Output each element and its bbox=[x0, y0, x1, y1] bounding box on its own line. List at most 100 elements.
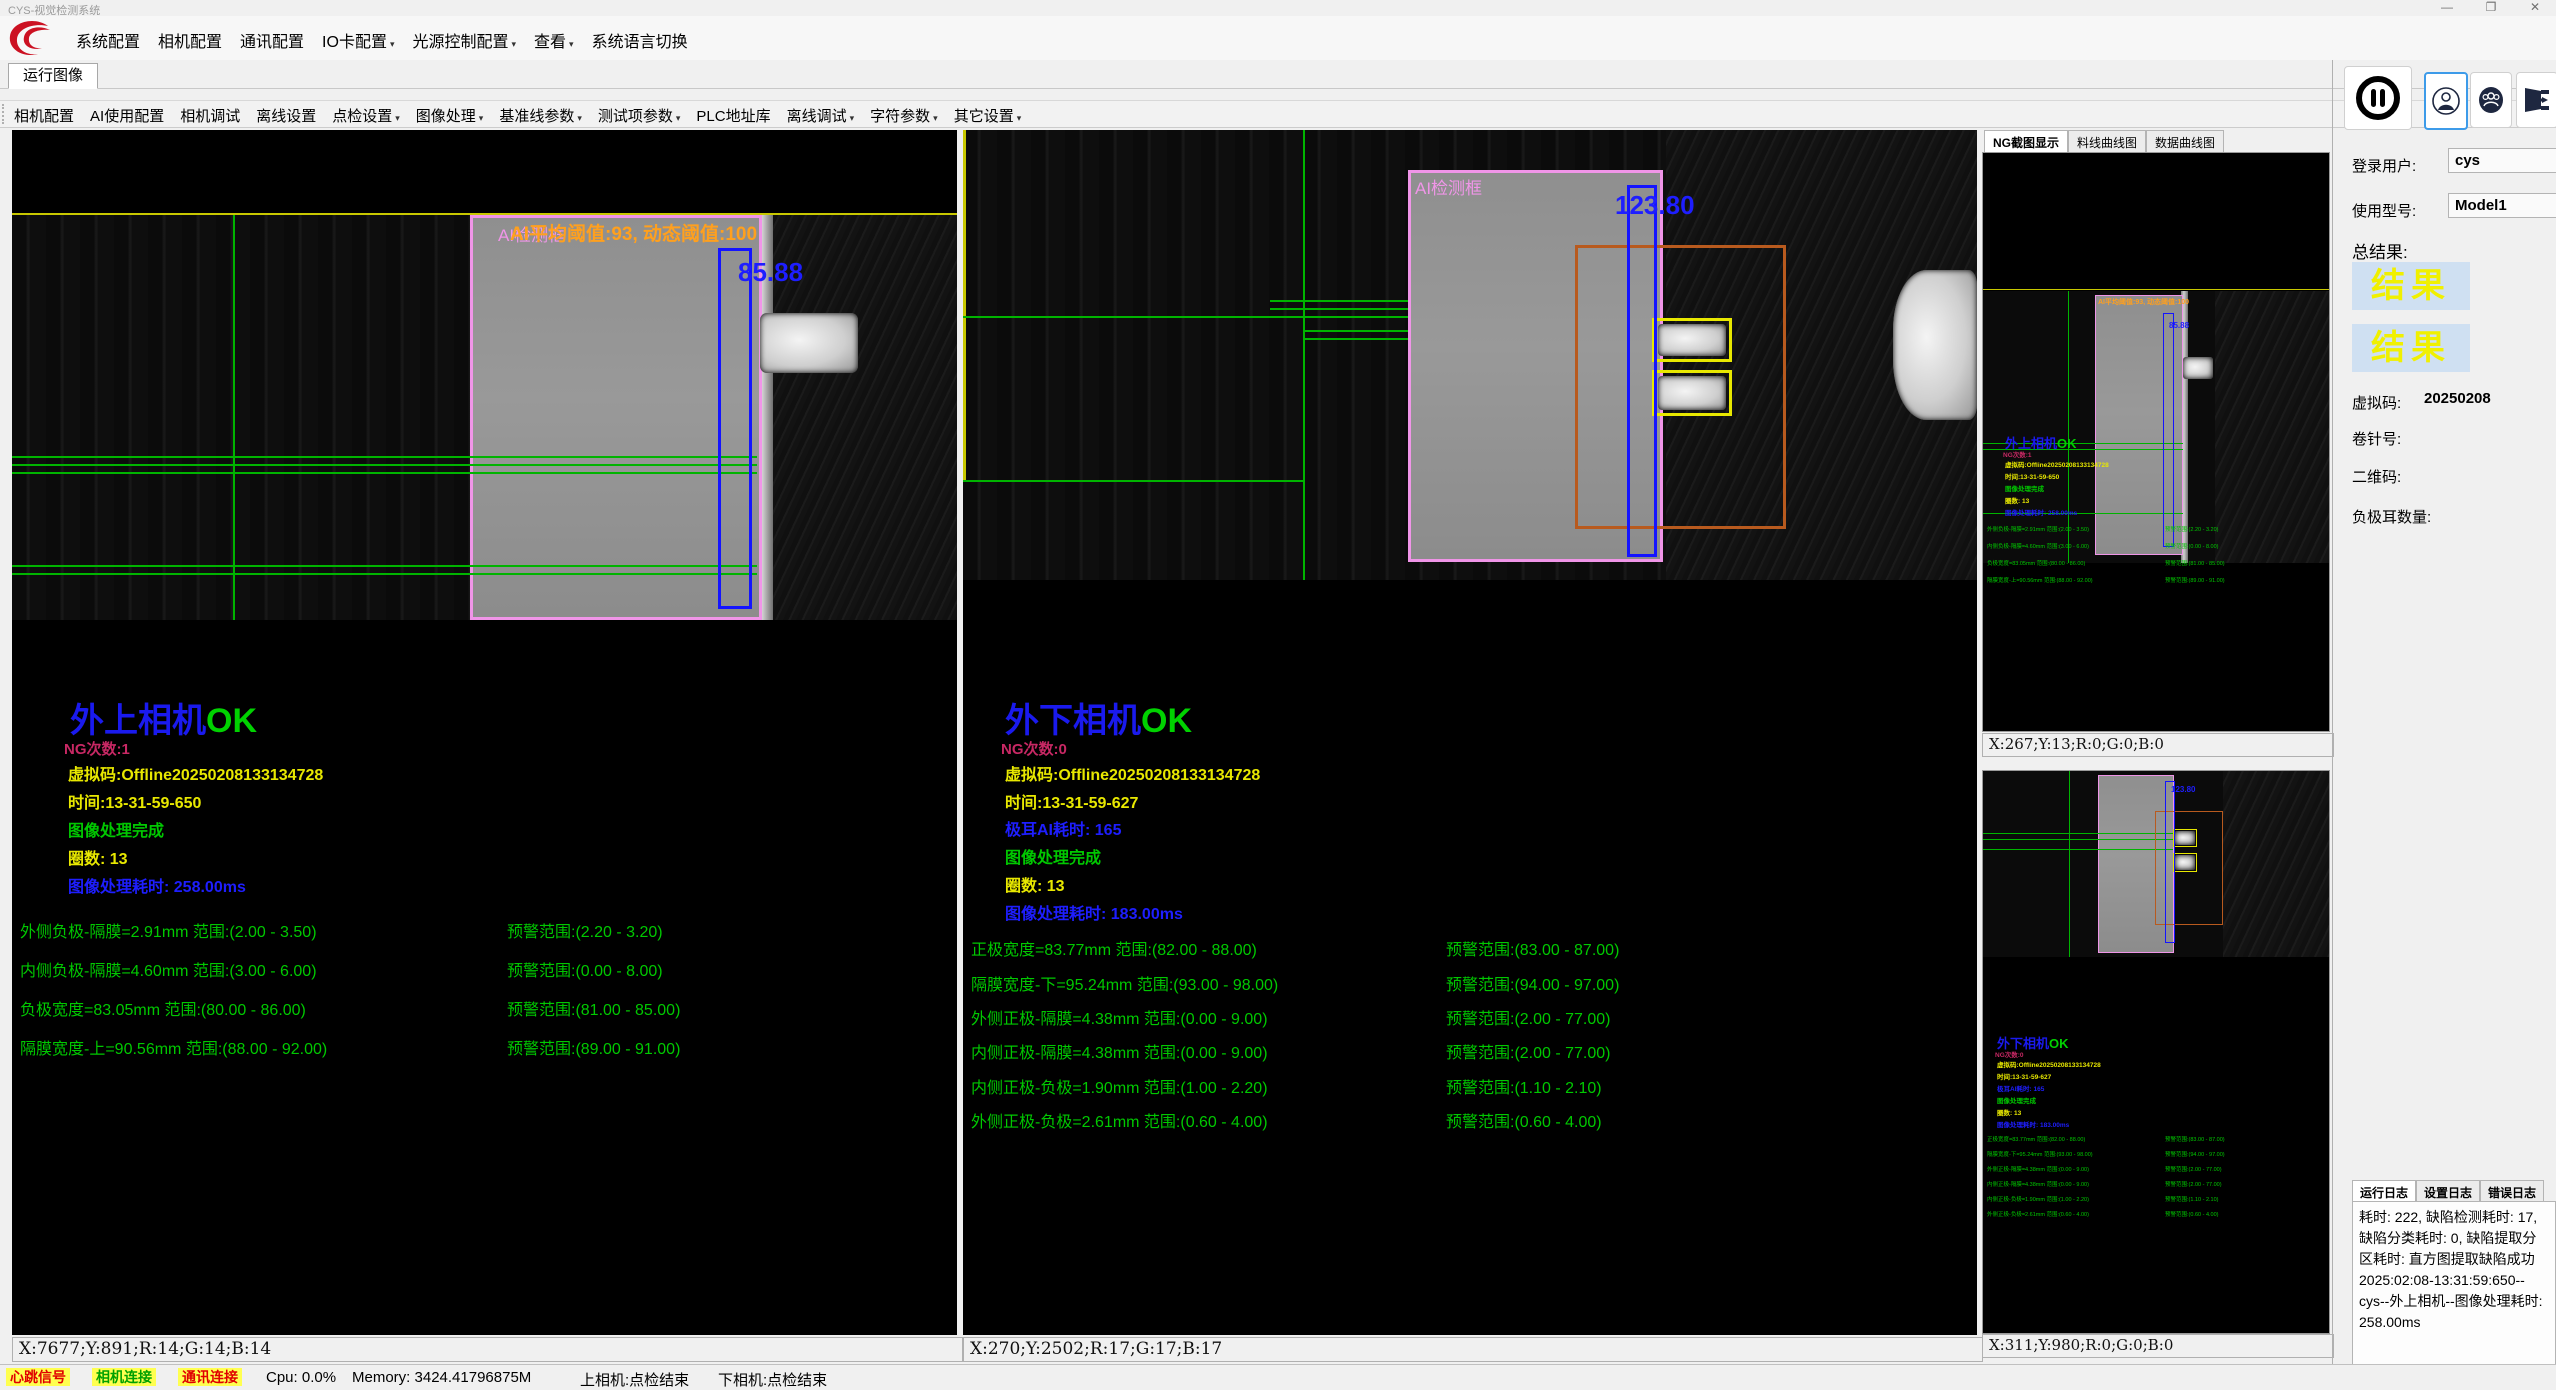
ng-count-label: NG次数:1 bbox=[64, 738, 130, 759]
virtual-code-line: 虚拟码:Offline20250208133134728 bbox=[68, 761, 323, 785]
run-log-text[interactable]: 耗时: 222, 缺陷检测耗时: 17, 缺陷分类耗时: 0, 缺陷提取分区耗时… bbox=[2352, 1201, 2556, 1389]
tool-camera-config[interactable]: 相机配置 bbox=[14, 105, 74, 126]
lower-camera-image: AI检测框 123.80 bbox=[963, 130, 1977, 580]
tool-char-params[interactable]: 字符参数▾ bbox=[870, 105, 938, 126]
dropdown-arrow-icon: ▾ bbox=[933, 113, 938, 123]
login-user-field[interactable]: cys bbox=[2448, 148, 2556, 173]
menu-comm-config[interactable]: 通讯配置 bbox=[240, 28, 304, 52]
ng-snapshot-lower[interactable]: 123.80 外下相机OK NG次数:0 虚拟码:Offline20250208… bbox=[1982, 770, 2330, 1334]
maximize-icon[interactable]: ❐ bbox=[2484, 0, 2498, 14]
electrode-tab-blob bbox=[760, 313, 858, 373]
dropdown-arrow-icon: ▾ bbox=[479, 113, 484, 123]
lower-camera-check-text: 下相机:点检结束 bbox=[718, 1369, 827, 1390]
measurement-row: 隔膜宽度-下=95.24mm 范围:(93.00 - 98.00)预警范围:(9… bbox=[971, 971, 1961, 995]
tool-camera-debug[interactable]: 相机调试 bbox=[180, 105, 240, 126]
tab-run-image[interactable]: 运行图像 bbox=[8, 63, 98, 89]
tool-baseline-params[interactable]: 基准线参数▾ bbox=[499, 105, 582, 126]
virtual-code-line: 虚拟码:Offline20250208133134728 bbox=[1005, 761, 1260, 785]
title-bar: CYS-视觉检测系统 — ❐ ✕ bbox=[0, 0, 2556, 16]
cpu-usage-text: Cpu: 0.0% bbox=[266, 1369, 336, 1386]
sidebar-tabs: NG截图显示 料线曲线图 数据曲线图 bbox=[1984, 130, 2224, 154]
measure-value-label: 85.88 bbox=[738, 257, 803, 288]
camera-result-title: 外下相机OK bbox=[1005, 693, 1192, 742]
tool-ai-use-config[interactable]: AI使用配置 bbox=[90, 105, 164, 126]
user-group-button[interactable] bbox=[2470, 72, 2512, 128]
tool-image-process[interactable]: 图像处理▾ bbox=[416, 105, 484, 126]
app-window: CYS-视觉检测系统 — ❐ ✕ 系统配置 相机配置 通讯配置 IO卡配置▾ 光… bbox=[0, 0, 2556, 1390]
close-icon[interactable]: ✕ bbox=[2528, 0, 2542, 14]
dropdown-arrow-icon: ▾ bbox=[577, 113, 582, 123]
result-box-upper: 结果 bbox=[2352, 262, 2470, 310]
menu-language-switch[interactable]: 系统语言切换 bbox=[592, 28, 688, 52]
upper-camera-view: AI检测框 AI平均阈值:93, 动态阈值:100 85.88 外上相机OK N… bbox=[12, 130, 957, 1335]
login-user-label: 登录用户: bbox=[2352, 155, 2416, 176]
tab-row: 运行图像 bbox=[0, 60, 2556, 89]
menu-io-card-config[interactable]: IO卡配置▾ bbox=[322, 28, 394, 52]
pause-icon bbox=[2354, 74, 2402, 122]
status-bar: 心跳信号 相机连接 通讯连接 Cpu: 0.0% Memory: 3424.41… bbox=[0, 1364, 2556, 1390]
elapsed-line: 图像处理耗时: 258.00ms bbox=[68, 873, 246, 897]
measure-roi-box bbox=[718, 248, 752, 609]
comm-link-badge: 通讯连接 bbox=[178, 1368, 242, 1386]
ng-snapshot-upper-coords: X:267;Y:13;R:0;G:0;B:0 bbox=[1982, 733, 2334, 757]
process-done-line: 图像处理完成 bbox=[68, 817, 164, 841]
user-icon bbox=[2431, 86, 2461, 116]
dropdown-arrow-icon: ▾ bbox=[850, 113, 855, 123]
upper-camera-image: AI检测框 AI平均阈值:93, 动态阈值:100 85.88 bbox=[12, 215, 957, 620]
ng-count-label: NG次数:0 bbox=[1001, 738, 1067, 759]
tool-offline-debug[interactable]: 离线调试▾ bbox=[787, 105, 855, 126]
user-button[interactable] bbox=[2424, 72, 2468, 130]
minimize-icon[interactable]: — bbox=[2440, 0, 2454, 14]
tool-offline-setting[interactable]: 离线设置 bbox=[256, 105, 316, 126]
app-logo-icon bbox=[4, 18, 62, 58]
lower-camera-view: AI检测框 123.80 外下相机OK NG次数:0 虚拟码:Offline20… bbox=[963, 130, 1977, 1335]
ng-snapshot-lower-coords: X:311;Y:980;R:0;G:0;B:0 bbox=[1982, 1334, 2334, 1358]
camera-link-badge: 相机连接 bbox=[92, 1368, 156, 1386]
dropdown-arrow-icon: ▾ bbox=[395, 113, 400, 123]
total-result-label: 总结果: bbox=[2352, 238, 2408, 263]
tab-ai-time-line: 极耳AI耗时: 165 bbox=[1005, 816, 1121, 840]
tool-spot-check[interactable]: 点检设置▾ bbox=[332, 105, 400, 126]
frame-count-line: 圈数: 13 bbox=[68, 845, 128, 869]
logout-button[interactable] bbox=[2516, 72, 2556, 128]
virtual-code-value: 20250208 bbox=[2424, 390, 2491, 407]
roll-needle-label: 卷针号: bbox=[2352, 428, 2401, 449]
tab-line-curve[interactable]: 料线曲线图 bbox=[2068, 130, 2146, 154]
tab-ng-snapshot[interactable]: NG截图显示 bbox=[1984, 130, 2068, 154]
process-done-line: 图像处理完成 bbox=[1005, 844, 1101, 868]
tab-detect-box bbox=[1652, 370, 1732, 416]
result-box-lower: 结果 bbox=[2352, 324, 2470, 372]
menu-system-config[interactable]: 系统配置 bbox=[76, 28, 140, 52]
menu-camera-config[interactable]: 相机配置 bbox=[158, 28, 222, 52]
tool-test-item-params[interactable]: 测试项参数▾ bbox=[598, 105, 681, 126]
dropdown-arrow-icon: ▾ bbox=[676, 113, 681, 123]
menu-light-control-config[interactable]: 光源控制配置▾ bbox=[412, 28, 516, 52]
camera-result-title: 外上相机OK bbox=[70, 693, 257, 742]
logout-door-icon bbox=[2521, 84, 2553, 116]
measurement-row: 负极宽度=83.05mm 范围:(80.00 - 86.00)预警范围:(81.… bbox=[20, 996, 950, 1020]
upper-camera-coords: X:7677;Y:891;R:14;G:14;B:14 bbox=[12, 1337, 963, 1362]
time-line: 时间:13-31-59-650 bbox=[68, 789, 201, 813]
model-label: 使用型号: bbox=[2352, 200, 2416, 221]
tool-other-settings[interactable]: 其它设置▾ bbox=[954, 105, 1022, 126]
pause-button[interactable] bbox=[2344, 66, 2412, 130]
measurement-row: 隔膜宽度-上=90.56mm 范围:(88.00 - 92.00)预警范围:(8… bbox=[20, 1035, 950, 1059]
secondary-toolbar: 相机配置 AI使用配置 相机调试 离线设置 点检设置▾ 图像处理▾ 基准线参数▾… bbox=[0, 100, 2556, 128]
toolbar-grip-handle[interactable] bbox=[2, 104, 8, 124]
model-field[interactable]: Model1 bbox=[2448, 193, 2556, 218]
measurement-row: 内侧正极-隔膜=4.38mm 范围:(0.00 - 9.00)预警范围:(2.0… bbox=[971, 1039, 1961, 1063]
ng-snapshot-upper[interactable]: AI平均阈值:93, 动态阈值:100 85.88 外上相机OK NG次数:1 … bbox=[1982, 152, 2330, 732]
measurement-row: 外侧正极-隔膜=4.38mm 范围:(0.00 - 9.00)预警范围:(2.0… bbox=[971, 1005, 1961, 1029]
time-line: 时间:13-31-59-627 bbox=[1005, 789, 1138, 813]
menu-bar: 系统配置 相机配置 通讯配置 IO卡配置▾ 光源控制配置▾ 查看▾ 系统语言切换 bbox=[0, 16, 2556, 61]
menu-view[interactable]: 查看▾ bbox=[534, 28, 574, 52]
tab-data-curve[interactable]: 数据曲线图 bbox=[2146, 130, 2224, 154]
dropdown-arrow-icon: ▾ bbox=[1017, 113, 1022, 123]
virtual-code-label: 虚拟码: bbox=[2352, 392, 2401, 413]
ai-threshold-label: AI平均阈值:93, 动态阈值:100 bbox=[510, 219, 757, 246]
user-group-icon bbox=[2476, 85, 2506, 115]
tool-plc-address-lib[interactable]: PLC地址库 bbox=[696, 105, 770, 126]
measurement-row: 外侧正极-负极=2.61mm 范围:(0.60 - 4.00)预警范围:(0.6… bbox=[971, 1108, 1961, 1132]
measurement-row: 正极宽度=83.77mm 范围:(82.00 - 88.00)预警范围:(83.… bbox=[971, 936, 1961, 960]
qr-code-label: 二维码: bbox=[2352, 466, 2401, 487]
